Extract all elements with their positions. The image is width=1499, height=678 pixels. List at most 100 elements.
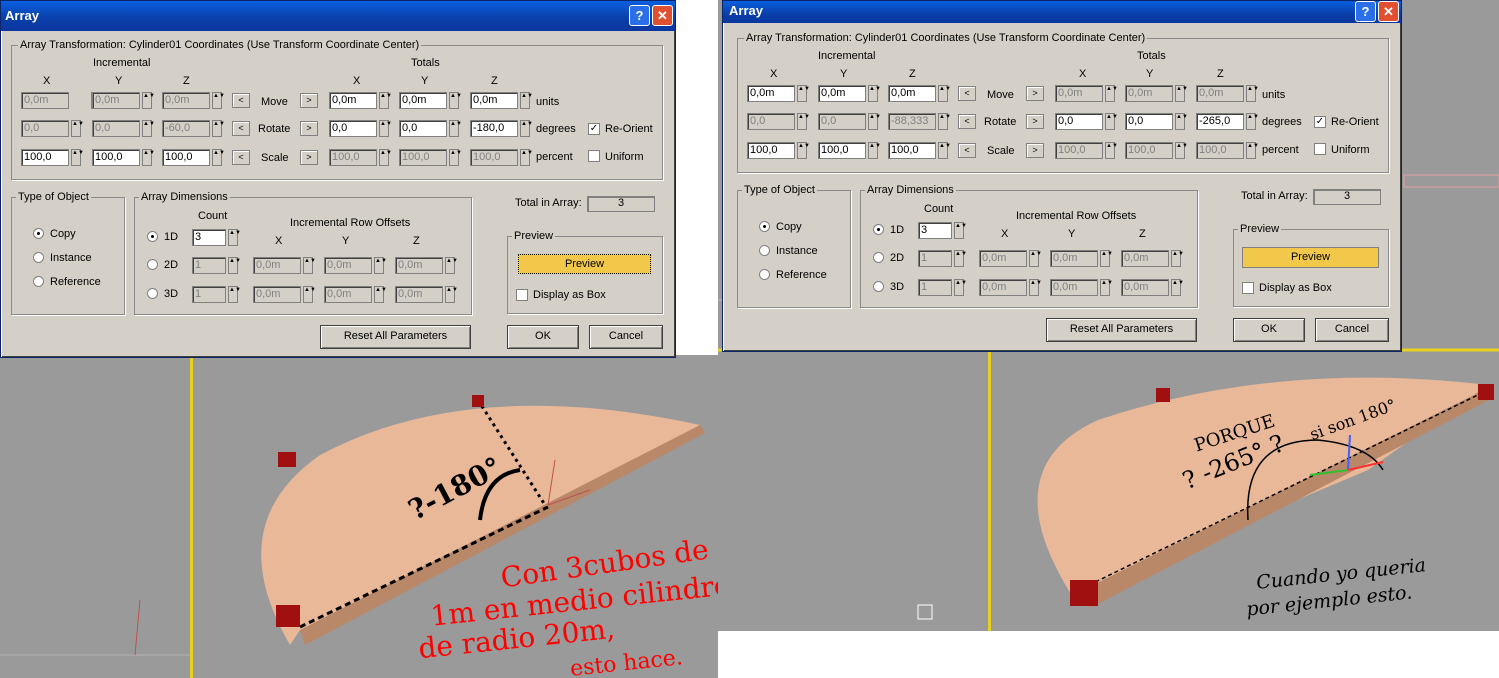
units-label: units bbox=[536, 96, 560, 108]
array-dialog-right: Array ? ✕ Array Transformation: Cylinder… bbox=[722, 0, 1402, 352]
preview-group: Preview bbox=[1233, 223, 1389, 307]
dim-3d-label: 3D bbox=[890, 281, 905, 293]
dim-2d-label: 2D bbox=[890, 252, 905, 264]
reference-label: Reference bbox=[776, 269, 827, 281]
tot-x-heading: X bbox=[353, 75, 361, 87]
scale-left-arrow[interactable]: < bbox=[958, 143, 976, 158]
preview-button[interactable]: Preview bbox=[1242, 247, 1379, 268]
reorient-label: Re-Orient bbox=[605, 123, 653, 135]
preview-group: Preview bbox=[507, 230, 663, 314]
uniform-label: Uniform bbox=[605, 151, 644, 163]
rotate-right-arrow[interactable]: > bbox=[1026, 114, 1044, 129]
uniform-checkbox[interactable] bbox=[1314, 143, 1326, 155]
cube-3 bbox=[1070, 580, 1098, 606]
percent-label: percent bbox=[536, 151, 573, 163]
dialog-title: Array bbox=[5, 8, 39, 23]
copy-radio[interactable] bbox=[759, 221, 770, 232]
copy-label: Copy bbox=[776, 221, 802, 233]
inc-y-heading: Y bbox=[115, 75, 123, 87]
dim-3d-label: 3D bbox=[164, 288, 179, 300]
total-in-array-value: 3 bbox=[1313, 189, 1381, 205]
total-in-array-label: Total in Array: bbox=[1241, 190, 1308, 202]
rotate-left-arrow[interactable]: < bbox=[958, 114, 976, 129]
totals-heading: Totals bbox=[1137, 50, 1166, 62]
viewport-border bbox=[988, 350, 991, 631]
preview-button[interactable]: Preview bbox=[518, 254, 651, 274]
cube-1 bbox=[278, 452, 296, 467]
left-viewport[interactable]: ?-180° Con 3cubos de 1m en medio cilindr… bbox=[0, 355, 718, 678]
reset-all-button[interactable]: Reset All Parameters bbox=[1046, 318, 1197, 342]
close-button[interactable]: ✕ bbox=[652, 5, 673, 26]
reference-radio[interactable] bbox=[33, 276, 44, 287]
cancel-button[interactable]: Cancel bbox=[589, 325, 663, 349]
tot-z-heading: Z bbox=[491, 75, 498, 87]
cube-3 bbox=[276, 605, 300, 627]
reorient-checkbox[interactable]: ✓ bbox=[588, 123, 600, 135]
degrees-label: degrees bbox=[536, 123, 576, 135]
offset-y-heading: Y bbox=[342, 235, 350, 247]
totals-heading: Totals bbox=[411, 57, 440, 69]
uniform-label: Uniform bbox=[1331, 144, 1370, 156]
reorient-checkbox[interactable]: ✓ bbox=[1314, 116, 1326, 128]
dim-2d-radio[interactable] bbox=[147, 259, 158, 270]
inc-z-heading: Z bbox=[909, 68, 916, 80]
instance-label: Instance bbox=[50, 252, 92, 264]
tot-z-heading: Z bbox=[1217, 68, 1224, 80]
display-as-box-label: Display as Box bbox=[533, 289, 606, 301]
offset-x-heading: X bbox=[1001, 228, 1009, 240]
cube-2 bbox=[1478, 384, 1494, 400]
reset-all-button[interactable]: Reset All Parameters bbox=[320, 325, 471, 349]
viewport-border bbox=[190, 355, 193, 678]
move-left-arrow[interactable]: < bbox=[232, 93, 250, 108]
dim-3d-radio[interactable] bbox=[873, 281, 884, 292]
offset-z-heading: Z bbox=[1139, 228, 1146, 240]
scale-left-arrow[interactable]: < bbox=[232, 150, 250, 165]
move-left-arrow[interactable]: < bbox=[958, 86, 976, 101]
inc-x-heading: X bbox=[43, 75, 51, 87]
move-right-arrow[interactable]: > bbox=[300, 93, 318, 108]
display-as-box-label: Display as Box bbox=[1259, 282, 1332, 294]
total-in-array-label: Total in Array: bbox=[515, 197, 582, 209]
cancel-button[interactable]: Cancel bbox=[1315, 318, 1389, 342]
offset-x-heading: X bbox=[275, 235, 283, 247]
instance-radio[interactable] bbox=[33, 252, 44, 263]
percent-label: percent bbox=[1262, 144, 1299, 156]
display-as-box-checkbox[interactable] bbox=[516, 289, 528, 301]
tot-y-heading: Y bbox=[421, 75, 429, 87]
move-label: Move bbox=[987, 89, 1014, 101]
help-button[interactable]: ? bbox=[629, 5, 650, 26]
instance-label: Instance bbox=[776, 245, 818, 257]
group-legend: Array Transformation: Cylinder01 Coordin… bbox=[18, 39, 422, 51]
total-in-array-value: 3 bbox=[587, 196, 655, 212]
offset-z-heading: Z bbox=[413, 235, 420, 247]
dim-1d-radio[interactable] bbox=[147, 231, 158, 242]
ok-button[interactable]: OK bbox=[1233, 318, 1305, 342]
tot-y-heading: Y bbox=[1146, 68, 1154, 80]
ok-button[interactable]: OK bbox=[507, 325, 579, 349]
scale-right-arrow[interactable]: > bbox=[1026, 143, 1044, 158]
dim-1d-radio[interactable] bbox=[873, 224, 884, 235]
count-heading: Count bbox=[198, 210, 228, 222]
close-button[interactable]: ✕ bbox=[1378, 1, 1399, 22]
dim-3d-radio[interactable] bbox=[147, 288, 158, 299]
title-bar[interactable]: Array bbox=[723, 1, 1401, 23]
uniform-checkbox[interactable] bbox=[588, 150, 600, 162]
rotate-left-arrow[interactable]: < bbox=[232, 121, 250, 136]
move-right-arrow[interactable]: > bbox=[1026, 86, 1044, 101]
display-as-box-checkbox[interactable] bbox=[1242, 282, 1254, 294]
help-button[interactable]: ? bbox=[1355, 1, 1376, 22]
dim-2d-radio[interactable] bbox=[873, 252, 884, 263]
reference-radio[interactable] bbox=[759, 269, 770, 280]
scale-right-arrow[interactable]: > bbox=[300, 150, 318, 165]
instance-radio[interactable] bbox=[759, 245, 770, 256]
dim-1d-label: 1D bbox=[164, 231, 179, 243]
incremental-heading: Incremental bbox=[818, 50, 876, 62]
offsets-heading: Incremental Row Offsets bbox=[290, 217, 411, 229]
copy-radio[interactable] bbox=[33, 228, 44, 239]
inc-z-heading: Z bbox=[183, 75, 190, 87]
rotate-right-arrow[interactable]: > bbox=[300, 121, 318, 136]
title-bar[interactable]: Array bbox=[1, 1, 675, 31]
dialog-title: Array bbox=[729, 3, 763, 18]
dim-2d-label: 2D bbox=[164, 259, 179, 271]
tot-x-heading: X bbox=[1079, 68, 1087, 80]
